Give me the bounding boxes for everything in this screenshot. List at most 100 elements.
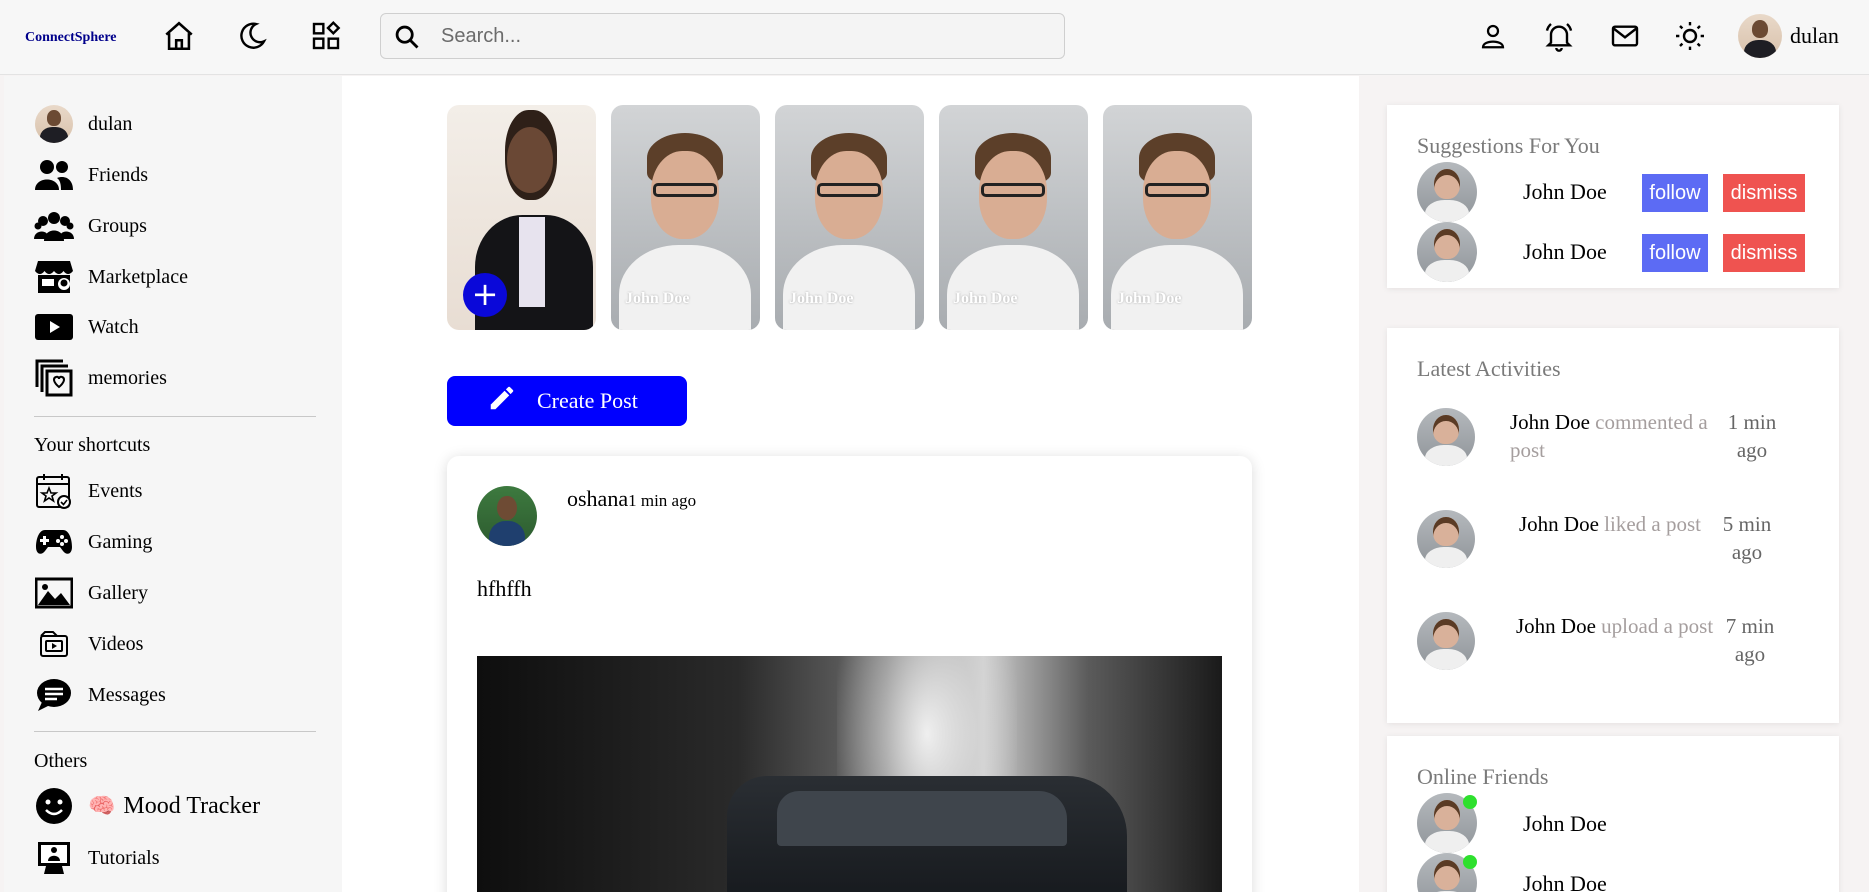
divider (34, 416, 316, 417)
top-navbar: ConnectSphere dulan (0, 0, 1869, 75)
activity-row: John Doe upload a post 7 min ago (1417, 612, 1817, 692)
sidebar-item-label: Mood Tracker (123, 792, 261, 819)
avatar[interactable] (1417, 222, 1477, 282)
activity-text: John Doe commented a post (1510, 408, 1715, 464)
activity-text: John Doe upload a post (1516, 612, 1721, 640)
online-status-indicator (1463, 855, 1477, 869)
bell-icon[interactable] (1541, 18, 1577, 54)
apps-icon[interactable] (308, 18, 344, 54)
main-feed: + John Doe John Doe John Doe John Doe Cr… (342, 76, 1359, 892)
sidebar-item-events[interactable]: Events (34, 471, 142, 511)
marketplace-icon (34, 257, 74, 297)
activity-time: 1 min ago (1727, 410, 1777, 462)
dismiss-button[interactable]: dismiss (1723, 234, 1805, 272)
messages-icon (34, 675, 74, 715)
user-menu[interactable]: dulan (1738, 13, 1839, 59)
story-card[interactable]: John Doe (939, 105, 1088, 330)
activity-time: 5 min ago (1722, 512, 1772, 564)
user-icon[interactable] (1475, 18, 1511, 54)
avatar[interactable] (1417, 612, 1475, 670)
story-card[interactable]: John Doe (611, 105, 760, 330)
online-friends-card: Online Friends John Doe John Doe (1387, 736, 1839, 892)
online-friend-row[interactable]: John Doe (1417, 793, 1817, 853)
post-card: oshana1 min ago hfhffh (447, 456, 1252, 892)
story-name: John Doe (953, 290, 1018, 307)
home-icon[interactable] (161, 18, 197, 54)
story-own[interactable]: + (447, 105, 596, 330)
sidebar-item-label: dulan (88, 112, 133, 135)
gallery-icon (34, 573, 74, 613)
groups-icon (34, 206, 74, 246)
smiley-icon (34, 786, 74, 826)
post-text: hfhffh (477, 576, 532, 601)
post-time: 1 min ago (628, 491, 697, 510)
memories-icon (34, 358, 74, 398)
online-title: Online Friends (1417, 764, 1549, 789)
sidebar-item-gaming[interactable]: Gaming (34, 522, 152, 562)
story-card[interactable]: John Doe (775, 105, 924, 330)
search-icon[interactable] (391, 21, 423, 53)
activity-user[interactable]: John Doe (1519, 512, 1599, 536)
suggestions-card: Suggestions For You John Doe follow dism… (1387, 105, 1839, 288)
sidebar-item-gallery[interactable]: Gallery (34, 573, 148, 613)
others-heading: Others (34, 750, 88, 772)
add-story-button[interactable]: + (463, 273, 507, 317)
avatar[interactable] (1417, 408, 1475, 466)
create-post-button[interactable]: Create Post (447, 376, 687, 426)
suggestions-title: Suggestions For You (1417, 133, 1600, 158)
activity-user[interactable]: John Doe (1516, 614, 1596, 638)
avatar-icon (34, 104, 74, 144)
avatar[interactable] (477, 486, 537, 546)
sidebar-item-groups[interactable]: Groups (34, 206, 147, 246)
app-logo[interactable]: ConnectSphere (25, 30, 117, 46)
sidebar-item-watch[interactable]: Watch (34, 307, 139, 347)
post-image[interactable] (477, 656, 1222, 892)
online-friend-row[interactable]: John Doe (1417, 853, 1817, 892)
online-friend-name: John Doe (1523, 811, 1607, 836)
tutorials-icon (34, 838, 74, 878)
avatar[interactable] (1417, 510, 1475, 568)
activity-user[interactable]: John Doe (1510, 410, 1590, 434)
sidebar-item-marketplace[interactable]: Marketplace (34, 257, 188, 297)
dismiss-button[interactable]: dismiss (1723, 174, 1805, 212)
moon-icon[interactable] (234, 18, 270, 54)
follow-button[interactable]: follow (1642, 234, 1708, 272)
sidebar-item-videos[interactable]: Videos (34, 624, 143, 664)
activity-time: 7 min ago (1725, 614, 1775, 666)
activities-title: Latest Activities (1417, 356, 1561, 381)
videos-icon (34, 624, 74, 664)
story-name: John Doe (625, 290, 690, 307)
search-input[interactable] (441, 22, 1041, 50)
online-friend-name: John Doe (1523, 871, 1607, 892)
avatar[interactable] (1417, 162, 1477, 222)
mail-icon[interactable] (1607, 18, 1643, 54)
avatar (1738, 14, 1782, 58)
sidebar-item-profile[interactable]: dulan (34, 104, 132, 144)
sidebar-item-label: Groups (88, 214, 147, 237)
follow-button[interactable]: follow (1642, 174, 1708, 212)
sidebar-item-label: Watch (88, 315, 139, 338)
sidebar-item-messages[interactable]: Messages (34, 675, 166, 715)
events-icon (34, 471, 74, 511)
story-card[interactable]: John Doe (1103, 105, 1252, 330)
suggestion-name[interactable]: John Doe (1523, 179, 1607, 205)
brain-icon: 🧠 (88, 793, 116, 819)
sidebar-item-label: Marketplace (88, 265, 188, 288)
sidebar-item-label: Gaming (88, 530, 153, 553)
pencil-icon (487, 383, 517, 419)
sidebar-item-memories[interactable]: memories (34, 358, 167, 398)
watch-icon (34, 307, 74, 347)
sidebar-item-mood-tracker[interactable]: 🧠 Mood Tracker (34, 786, 260, 826)
post-header: oshana1 min ago (567, 486, 696, 512)
sidebar-item-label: Gallery (88, 581, 148, 604)
sidebar-item-friends[interactable]: Friends (34, 155, 148, 195)
sidebar-item-label: Events (88, 479, 143, 502)
left-sidebar: dulan Friends Groups Marketplace Watch m… (4, 76, 342, 892)
post-author[interactable]: oshana (567, 486, 628, 511)
online-status-indicator (1463, 795, 1477, 809)
suggestion-row: John Doe follow dismiss (1417, 222, 1817, 282)
sidebar-item-tutorials[interactable]: Tutorials (34, 838, 160, 878)
sun-icon[interactable] (1672, 18, 1708, 54)
suggestion-name[interactable]: John Doe (1523, 239, 1607, 265)
username: dulan (1790, 23, 1839, 48)
